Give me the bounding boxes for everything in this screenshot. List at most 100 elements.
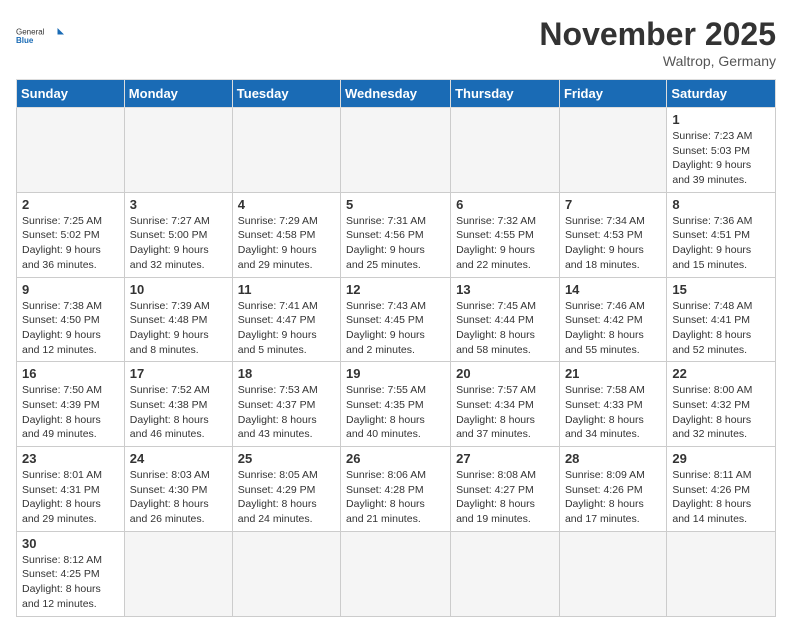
header-day-saturday: Saturday xyxy=(667,80,776,108)
calendar-cell xyxy=(451,108,560,193)
day-info: Sunrise: 7:25 AMSunset: 5:02 PMDaylight:… xyxy=(22,214,119,273)
day-number: 8 xyxy=(672,197,770,212)
page-header: General Blue November 2025 Waltrop, Germ… xyxy=(16,16,776,69)
day-info: Sunrise: 7:53 AMSunset: 4:37 PMDaylight:… xyxy=(238,383,335,442)
day-info: Sunrise: 7:57 AMSunset: 4:34 PMDaylight:… xyxy=(456,383,554,442)
calendar-cell: 12 Sunrise: 7:43 AMSunset: 4:45 PMDayligh… xyxy=(341,277,451,362)
calendar-cell: 29 Sunrise: 8:11 AMSunset: 4:26 PMDayligh… xyxy=(667,447,776,532)
calendar-cell: 4Sunrise: 7:29 AMSunset: 4:58 PMDaylight… xyxy=(232,192,340,277)
calendar-cell: 17 Sunrise: 7:52 AMSunset: 4:38 PMDayligh… xyxy=(124,362,232,447)
calendar-cell: 20Sunrise: 7:57 AMSunset: 4:34 PMDayligh… xyxy=(451,362,560,447)
calendar-cell: 16 Sunrise: 7:50 AMSunset: 4:39 PMDayligh… xyxy=(17,362,125,447)
day-info: Sunrise: 7:32 AMSunset: 4:55 PMDaylight:… xyxy=(456,214,554,273)
day-info: Sunrise: 7:23 AMSunset: 5:03 PMDaylight:… xyxy=(672,129,770,188)
header-day-wednesday: Wednesday xyxy=(341,80,451,108)
week-row-2: 2 Sunrise: 7:25 AMSunset: 5:02 PMDaylight… xyxy=(17,192,776,277)
day-info: Sunrise: 8:01 AMSunset: 4:31 PMDaylight:… xyxy=(22,468,119,527)
day-info: Sunrise: 7:48 AMSunset: 4:41 PMDaylight:… xyxy=(672,299,770,358)
calendar-cell: 1 Sunrise: 7:23 AMSunset: 5:03 PMDaylight… xyxy=(667,108,776,193)
week-row-6: 30Sunrise: 8:12 AMSunset: 4:25 PMDayligh… xyxy=(17,531,776,616)
day-number: 10 xyxy=(130,282,227,297)
day-number: 24 xyxy=(130,451,227,466)
day-info: Sunrise: 7:50 AMSunset: 4:39 PMDaylight:… xyxy=(22,383,119,442)
calendar-cell xyxy=(124,108,232,193)
calendar-cell xyxy=(341,531,451,616)
day-info: Sunrise: 8:06 AMSunset: 4:28 PMDaylight:… xyxy=(346,468,445,527)
day-number: 3 xyxy=(130,197,227,212)
calendar-cell xyxy=(17,108,125,193)
day-number: 1 xyxy=(672,112,770,127)
day-number: 22 xyxy=(672,366,770,381)
calendar-cell: 27 Sunrise: 8:08 AMSunset: 4:27 PMDayligh… xyxy=(451,447,560,532)
calendar-cell xyxy=(559,108,666,193)
calendar-cell: 11 Sunrise: 7:41 AMSunset: 4:47 PMDayligh… xyxy=(232,277,340,362)
day-info: Sunrise: 8:08 AMSunset: 4:27 PMDaylight:… xyxy=(456,468,554,527)
day-number: 30 xyxy=(22,536,119,551)
day-number: 17 xyxy=(130,366,227,381)
calendar-cell xyxy=(559,531,666,616)
calendar-cell: 25Sunrise: 8:05 AMSunset: 4:29 PMDayligh… xyxy=(232,447,340,532)
day-number: 15 xyxy=(672,282,770,297)
calendar-cell: 30Sunrise: 8:12 AMSunset: 4:25 PMDayligh… xyxy=(17,531,125,616)
day-info: Sunrise: 7:31 AMSunset: 4:56 PMDaylight:… xyxy=(346,214,445,273)
day-number: 11 xyxy=(238,282,335,297)
week-row-5: 23 Sunrise: 8:01 AMSunset: 4:31 PMDayligh… xyxy=(17,447,776,532)
day-number: 9 xyxy=(22,282,119,297)
day-number: 13 xyxy=(456,282,554,297)
header-row: SundayMondayTuesdayWednesdayThursdayFrid… xyxy=(17,80,776,108)
svg-text:Blue: Blue xyxy=(16,36,34,45)
header-day-thursday: Thursday xyxy=(451,80,560,108)
calendar-cell: 22 Sunrise: 8:00 AMSunset: 4:32 PMDayligh… xyxy=(667,362,776,447)
month-title: November 2025 xyxy=(539,16,776,53)
week-row-1: 1 Sunrise: 7:23 AMSunset: 5:03 PMDaylight… xyxy=(17,108,776,193)
day-number: 18 xyxy=(238,366,335,381)
calendar-cell: 19Sunrise: 7:55 AMSunset: 4:35 PMDayligh… xyxy=(341,362,451,447)
day-info: Sunrise: 7:41 AMSunset: 4:47 PMDaylight:… xyxy=(238,299,335,358)
calendar-cell: 9Sunrise: 7:38 AMSunset: 4:50 PMDaylight… xyxy=(17,277,125,362)
calendar-cell xyxy=(124,531,232,616)
calendar-cell: 7Sunrise: 7:34 AMSunset: 4:53 PMDaylight… xyxy=(559,192,666,277)
day-info: Sunrise: 7:45 AMSunset: 4:44 PMDaylight:… xyxy=(456,299,554,358)
calendar-cell: 18 Sunrise: 7:53 AMSunset: 4:37 PMDayligh… xyxy=(232,362,340,447)
calendar-table: SundayMondayTuesdayWednesdayThursdayFrid… xyxy=(16,79,776,617)
logo: General Blue xyxy=(16,16,66,56)
header-day-friday: Friday xyxy=(559,80,666,108)
logo-svg: General Blue xyxy=(16,16,66,56)
calendar-cell xyxy=(451,531,560,616)
calendar-cell: 13 Sunrise: 7:45 AMSunset: 4:44 PMDayligh… xyxy=(451,277,560,362)
day-info: Sunrise: 7:43 AMSunset: 4:45 PMDaylight:… xyxy=(346,299,445,358)
day-number: 23 xyxy=(22,451,119,466)
day-info: Sunrise: 7:34 AMSunset: 4:53 PMDaylight:… xyxy=(565,214,661,273)
day-number: 19 xyxy=(346,366,445,381)
day-info: Sunrise: 7:52 AMSunset: 4:38 PMDaylight:… xyxy=(130,383,227,442)
day-info: Sunrise: 7:36 AMSunset: 4:51 PMDaylight:… xyxy=(672,214,770,273)
day-info: Sunrise: 8:11 AMSunset: 4:26 PMDaylight:… xyxy=(672,468,770,527)
calendar-cell: 3 Sunrise: 7:27 AMSunset: 5:00 PMDaylight… xyxy=(124,192,232,277)
day-number: 27 xyxy=(456,451,554,466)
day-info: Sunrise: 7:46 AMSunset: 4:42 PMDaylight:… xyxy=(565,299,661,358)
calendar-cell: 23 Sunrise: 8:01 AMSunset: 4:31 PMDayligh… xyxy=(17,447,125,532)
calendar-cell: 15 Sunrise: 7:48 AMSunset: 4:41 PMDayligh… xyxy=(667,277,776,362)
calendar-cell: 14Sunrise: 7:46 AMSunset: 4:42 PMDayligh… xyxy=(559,277,666,362)
day-number: 21 xyxy=(565,366,661,381)
calendar-cell: 8 Sunrise: 7:36 AMSunset: 4:51 PMDaylight… xyxy=(667,192,776,277)
calendar-cell: 10 Sunrise: 7:39 AMSunset: 4:48 PMDayligh… xyxy=(124,277,232,362)
header-day-monday: Monday xyxy=(124,80,232,108)
day-number: 28 xyxy=(565,451,661,466)
day-info: Sunrise: 8:00 AMSunset: 4:32 PMDaylight:… xyxy=(672,383,770,442)
day-number: 4 xyxy=(238,197,335,212)
day-info: Sunrise: 7:27 AMSunset: 5:00 PMDaylight:… xyxy=(130,214,227,273)
day-info: Sunrise: 7:39 AMSunset: 4:48 PMDaylight:… xyxy=(130,299,227,358)
week-row-3: 9Sunrise: 7:38 AMSunset: 4:50 PMDaylight… xyxy=(17,277,776,362)
day-number: 16 xyxy=(22,366,119,381)
day-number: 12 xyxy=(346,282,445,297)
day-number: 5 xyxy=(346,197,445,212)
day-number: 2 xyxy=(22,197,119,212)
svg-text:General: General xyxy=(16,28,45,37)
calendar-cell: 6Sunrise: 7:32 AMSunset: 4:55 PMDaylight… xyxy=(451,192,560,277)
calendar-cell xyxy=(232,531,340,616)
calendar-cell: 2 Sunrise: 7:25 AMSunset: 5:02 PMDaylight… xyxy=(17,192,125,277)
day-number: 29 xyxy=(672,451,770,466)
header-day-sunday: Sunday xyxy=(17,80,125,108)
location: Waltrop, Germany xyxy=(539,53,776,69)
